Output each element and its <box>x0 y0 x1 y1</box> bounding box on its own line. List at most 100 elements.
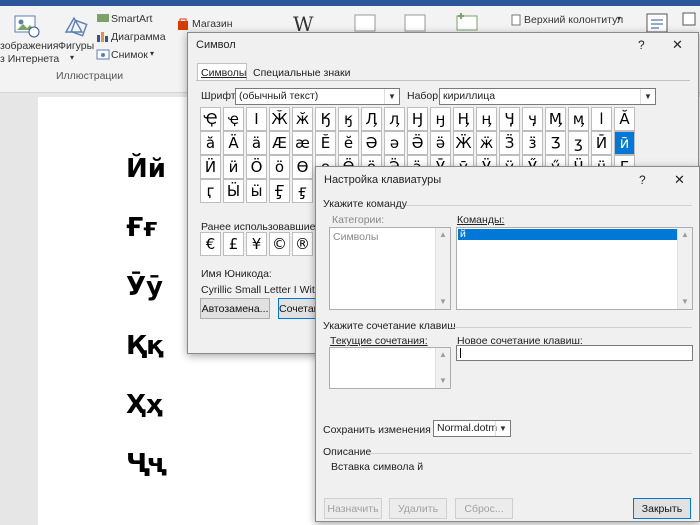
symbol-cell[interactable]: ӻ <box>292 179 313 203</box>
shortcut-key-button[interactable]: Сочетан <box>278 298 320 319</box>
symbol-cell[interactable]: Ӹ <box>223 179 244 203</box>
screenshot-dropdown-icon[interactable]: ▾ <box>150 49 154 58</box>
category-item[interactable]: Символы <box>333 231 378 243</box>
online-pictures-label-1[interactable]: зображения <box>0 40 58 52</box>
current-keys-scrollbar[interactable]: ▲ ▼ <box>435 348 450 388</box>
close-button[interactable]: Закрыть <box>633 498 691 519</box>
symbol-cell[interactable]: ӝ <box>476 131 497 155</box>
scroll-down-icon[interactable]: ▼ <box>436 374 450 388</box>
symbol-cell[interactable]: ӄ <box>338 107 359 131</box>
symbol-cell[interactable]: Ӟ <box>499 131 520 155</box>
symbol-cell[interactable]: ә <box>384 131 405 155</box>
symbol-cell[interactable]: Ӌ <box>499 107 520 131</box>
shapes-label[interactable]: Фигуры <box>58 40 94 52</box>
recent-symbol-cell[interactable]: £ <box>223 232 244 256</box>
symbol-cell[interactable]: ҿ <box>223 107 244 131</box>
scroll-up-icon[interactable]: ▲ <box>436 228 450 242</box>
keyboard-close-button[interactable]: ✕ <box>674 172 685 188</box>
scroll-up-icon[interactable]: ▲ <box>678 228 692 242</box>
symbol-cell[interactable]: ӓ <box>246 131 267 155</box>
recent-symbol-cell[interactable]: ® <box>292 232 313 256</box>
symbol-cell[interactable]: Ә <box>361 131 382 155</box>
shapes-dropdown-icon[interactable]: ▾ <box>70 53 74 62</box>
assign-button[interactable]: Назначить <box>324 498 382 519</box>
font-select[interactable]: (обычный текст) ▼ <box>235 88 400 105</box>
scroll-up-icon[interactable]: ▲ <box>436 348 450 362</box>
symbol-cell[interactable]: Ӕ <box>269 131 290 155</box>
screenshot-label[interactable]: Снимок <box>111 49 148 61</box>
symbol-cell[interactable]: ӥ <box>223 155 244 179</box>
keyboard-help-button[interactable]: ? <box>639 173 646 187</box>
remove-button[interactable]: Удалить <box>389 498 447 519</box>
smartart-icon[interactable] <box>96 12 110 27</box>
save-in-select[interactable]: Normal.dotm ▼ <box>433 420 511 437</box>
commands-list[interactable]: й ▲ ▼ <box>456 227 693 310</box>
scroll-down-icon[interactable]: ▼ <box>678 295 692 309</box>
symbol-cell[interactable]: Ӝ <box>453 131 474 155</box>
symbol-cell[interactable]: Ӄ <box>315 107 336 131</box>
smartart-label[interactable]: SmartArt <box>111 13 152 25</box>
symbol-cell[interactable]: Ҿ <box>200 107 221 131</box>
symbol-cell[interactable]: ӷ <box>200 179 221 203</box>
symbol-cell[interactable]: Ӓ <box>223 131 244 155</box>
online-pictures-icon[interactable] <box>12 14 40 41</box>
symbol-help-button[interactable]: ? <box>638 38 645 52</box>
tab-special-characters[interactable]: Специальные знаки <box>253 67 350 79</box>
symbol-cell[interactable]: Ӆ <box>361 107 382 131</box>
chart-label[interactable]: Диаграмма <box>111 31 166 43</box>
online-pictures-label-2[interactable]: з Интернета <box>0 53 59 65</box>
autocorrect-button[interactable]: Автозамена... <box>200 298 270 319</box>
new-key-input[interactable] <box>456 345 693 361</box>
symbol-cell[interactable]: ӟ <box>522 131 543 155</box>
symbol-cell[interactable]: Ӈ <box>407 107 428 131</box>
symbol-cell[interactable]: Ӣ <box>591 131 612 155</box>
reset-button[interactable]: Сброс... <box>455 498 513 519</box>
symbol-cell[interactable]: ӎ <box>568 107 589 131</box>
shapes-icon[interactable] <box>62 12 88 41</box>
subset-select[interactable]: кириллица ▼ <box>439 88 656 105</box>
header-dropdown-icon[interactable]: ▾ <box>617 14 621 23</box>
symbol-cell[interactable]: ӈ <box>430 107 451 131</box>
commands-scrollbar[interactable]: ▲ ▼ <box>677 228 692 309</box>
symbol-cell[interactable]: Ӡ <box>545 131 566 155</box>
symbol-cell[interactable]: ӏ <box>591 107 612 131</box>
categories-scrollbar[interactable]: ▲ ▼ <box>435 228 450 309</box>
symbol-cell[interactable]: ӗ <box>338 131 359 155</box>
current-keys-list[interactable]: ▲ ▼ <box>329 347 451 389</box>
symbol-cell[interactable]: ӕ <box>292 131 313 155</box>
symbol-close-button[interactable]: ✕ <box>672 37 683 53</box>
symbol-cell[interactable]: ӆ <box>384 107 405 131</box>
command-item-selected[interactable] <box>458 229 678 240</box>
quick-parts-icon[interactable] <box>682 12 696 29</box>
symbol-cell[interactable]: ӊ <box>476 107 497 131</box>
symbol-cell[interactable]: ӑ <box>200 131 221 155</box>
symbol-cell[interactable]: ӌ <box>522 107 543 131</box>
recent-symbol-cell[interactable]: ¥ <box>246 232 267 256</box>
scroll-down-icon[interactable]: ▼ <box>436 295 450 309</box>
symbol-cell[interactable]: Ӻ <box>269 179 290 203</box>
symbol-cell[interactable]: Ӂ <box>269 107 290 131</box>
symbol-cell[interactable]: Ӥ <box>200 155 221 179</box>
symbol-cell[interactable]: Ө <box>292 155 313 179</box>
symbol-cell[interactable]: Ӊ <box>453 107 474 131</box>
recent-symbol-cell[interactable]: © <box>269 232 290 256</box>
symbol-cell[interactable]: ӂ <box>292 107 313 131</box>
chart-icon[interactable] <box>96 30 110 45</box>
symbol-cell[interactable]: Ӏ <box>246 107 267 131</box>
symbol-cell[interactable]: Ӗ <box>315 131 336 155</box>
symbol-cell[interactable]: ӣ <box>614 131 635 155</box>
categories-list[interactable]: Символы ▲ ▼ <box>329 227 451 310</box>
recent-symbols-grid[interactable]: € £ ¥ © ® <box>200 232 320 256</box>
symbol-cell[interactable]: Ӛ <box>407 131 428 155</box>
header-icon[interactable] <box>511 14 521 29</box>
symbol-cell[interactable]: ӛ <box>430 131 451 155</box>
symbol-cell[interactable]: Ӧ <box>246 155 267 179</box>
screenshot-icon[interactable] <box>96 48 110 63</box>
symbol-cell[interactable]: ӧ <box>269 155 290 179</box>
symbol-cell[interactable]: Ӑ <box>614 107 635 131</box>
recent-symbol-cell[interactable]: € <box>200 232 221 256</box>
symbol-cell[interactable]: ӡ <box>568 131 589 155</box>
symbol-cell[interactable]: ӹ <box>246 179 267 203</box>
store-label[interactable]: Магазин <box>192 18 233 30</box>
header-label[interactable]: Верхний колонтитул <box>524 14 623 26</box>
